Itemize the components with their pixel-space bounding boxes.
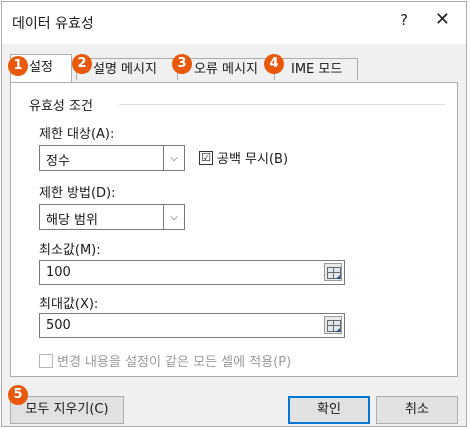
data-label: 제한 방법(D):	[39, 186, 116, 201]
tab-label: 설명 메시지	[93, 62, 157, 77]
allow-value: 정수	[46, 154, 70, 169]
callout-badge-4: 4	[264, 54, 284, 74]
tab-label: 오류 메시지	[194, 62, 258, 77]
minimum-label: 최소값(M):	[39, 243, 101, 258]
title-bar: 데이터 유효성 ? ✕	[2, 2, 466, 44]
callout-badge-1: 1	[8, 56, 28, 76]
validation-criteria-label: 유효성 조건	[29, 99, 93, 114]
minimum-value: 100	[46, 265, 71, 280]
callout-badge-3: 3	[172, 54, 192, 74]
help-button[interactable]: ?	[400, 11, 408, 29]
data-value: 해당 범위	[46, 213, 98, 228]
range-select-icon[interactable]	[324, 263, 342, 281]
minimum-input[interactable]: 100	[39, 260, 345, 285]
tab-label: 설정	[29, 60, 53, 75]
chevron-down-icon[interactable]: ⌵	[163, 146, 184, 170]
allow-label: 제한 대상(A):	[39, 127, 115, 142]
data-validation-dialog: 데이터 유효성 ? ✕ 설정 설명 메시지 오류 메시지 IME 모드 1 2 …	[1, 1, 467, 427]
range-select-icon[interactable]	[324, 316, 342, 334]
settings-panel: 유효성 조건 제한 대상(A): 정수 ⌵ ☑ 공백 무시(B) 제한 방법(D…	[10, 82, 458, 377]
dialog-title: 데이터 유효성	[12, 16, 94, 32]
clear-all-button[interactable]: 모두 지우기(C)	[10, 396, 124, 424]
group-divider	[119, 104, 445, 105]
maximum-input[interactable]: 500	[39, 313, 345, 338]
chevron-down-icon[interactable]: ⌵	[163, 205, 184, 229]
apply-all-label: 변경 내용을 설정이 같은 모든 셀에 적용(P)	[57, 355, 292, 370]
callout-badge-5: 5	[8, 385, 28, 405]
ignore-blank-label[interactable]: 공백 무시(B)	[217, 148, 288, 167]
allow-dropdown[interactable]: 정수 ⌵	[39, 145, 185, 171]
data-dropdown[interactable]: 해당 범위 ⌵	[39, 204, 185, 230]
close-button[interactable]: ✕	[435, 9, 450, 30]
apply-all-checkbox	[39, 354, 53, 368]
callout-badge-2: 2	[72, 54, 92, 74]
maximum-label: 최대값(X):	[39, 297, 99, 312]
tab-ime-mode[interactable]: IME 모드	[274, 58, 358, 80]
maximum-value: 500	[46, 318, 71, 333]
tab-label: IME 모드	[291, 62, 343, 77]
ok-button[interactable]: 확인	[288, 396, 370, 424]
ignore-blank-checkbox[interactable]: ☑	[199, 151, 213, 165]
cancel-button[interactable]: 취소	[376, 396, 458, 424]
